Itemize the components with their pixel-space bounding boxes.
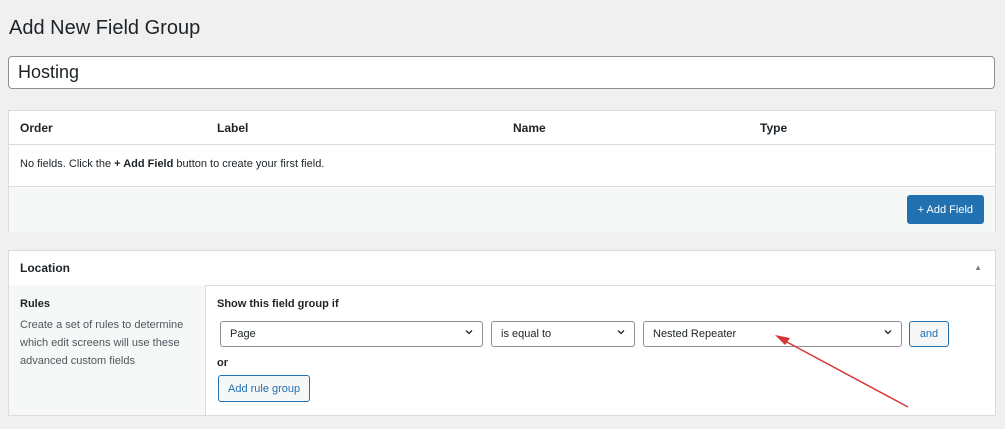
rules-title: Rules: [20, 298, 50, 310]
rules-sidebar: Rules Create a set of rules to determine…: [9, 285, 206, 415]
show-if-label: Show this field group if: [217, 298, 339, 310]
page-title: Add New Field Group: [9, 17, 201, 39]
chevron-down-icon: [465, 330, 473, 335]
column-header-name: Name: [513, 121, 546, 135]
rule-operator-value: is equal to: [501, 328, 552, 340]
rule-value-value: Nested Repeater: [653, 328, 737, 340]
no-fields-prefix: No fields. Click the: [20, 158, 115, 170]
rule-param-select[interactable]: Page: [220, 321, 483, 347]
and-button[interactable]: and: [909, 321, 949, 347]
chevron-down-icon: [884, 330, 892, 335]
fields-panel: Order Label Name Type No fields. Click t…: [8, 110, 996, 232]
no-fields-suffix: button to create your first field.: [173, 158, 325, 170]
location-title: Location: [20, 261, 70, 275]
no-fields-button-ref: + Add Field: [114, 158, 174, 170]
add-field-button[interactable]: + Add Field: [906, 195, 984, 224]
rule-value-select[interactable]: Nested Repeater: [643, 321, 902, 347]
triangle-up-icon[interactable]: ▲: [974, 263, 982, 272]
no-fields-message: No fields. Click the + Add Field button …: [20, 158, 324, 170]
chevron-down-icon: [617, 330, 625, 335]
column-header-type: Type: [760, 121, 788, 135]
rule-operator-select[interactable]: is equal to: [491, 321, 635, 347]
field-group-title-input[interactable]: [8, 56, 995, 89]
column-header-order: Order: [20, 121, 53, 135]
fields-table-header: Order Label Name Type: [9, 111, 995, 145]
location-header[interactable]: Location ▲: [9, 251, 995, 286]
location-panel: Location ▲ Rules Create a set of rules t…: [8, 250, 996, 416]
rules-description: Create a set of rules to determine which…: [20, 319, 184, 367]
column-header-label: Label: [217, 121, 249, 135]
add-rule-group-button[interactable]: Add rule group: [218, 375, 311, 402]
rule-param-value: Page: [230, 328, 256, 340]
fields-footer: + Add Field: [9, 186, 995, 232]
or-label: or: [217, 357, 228, 369]
